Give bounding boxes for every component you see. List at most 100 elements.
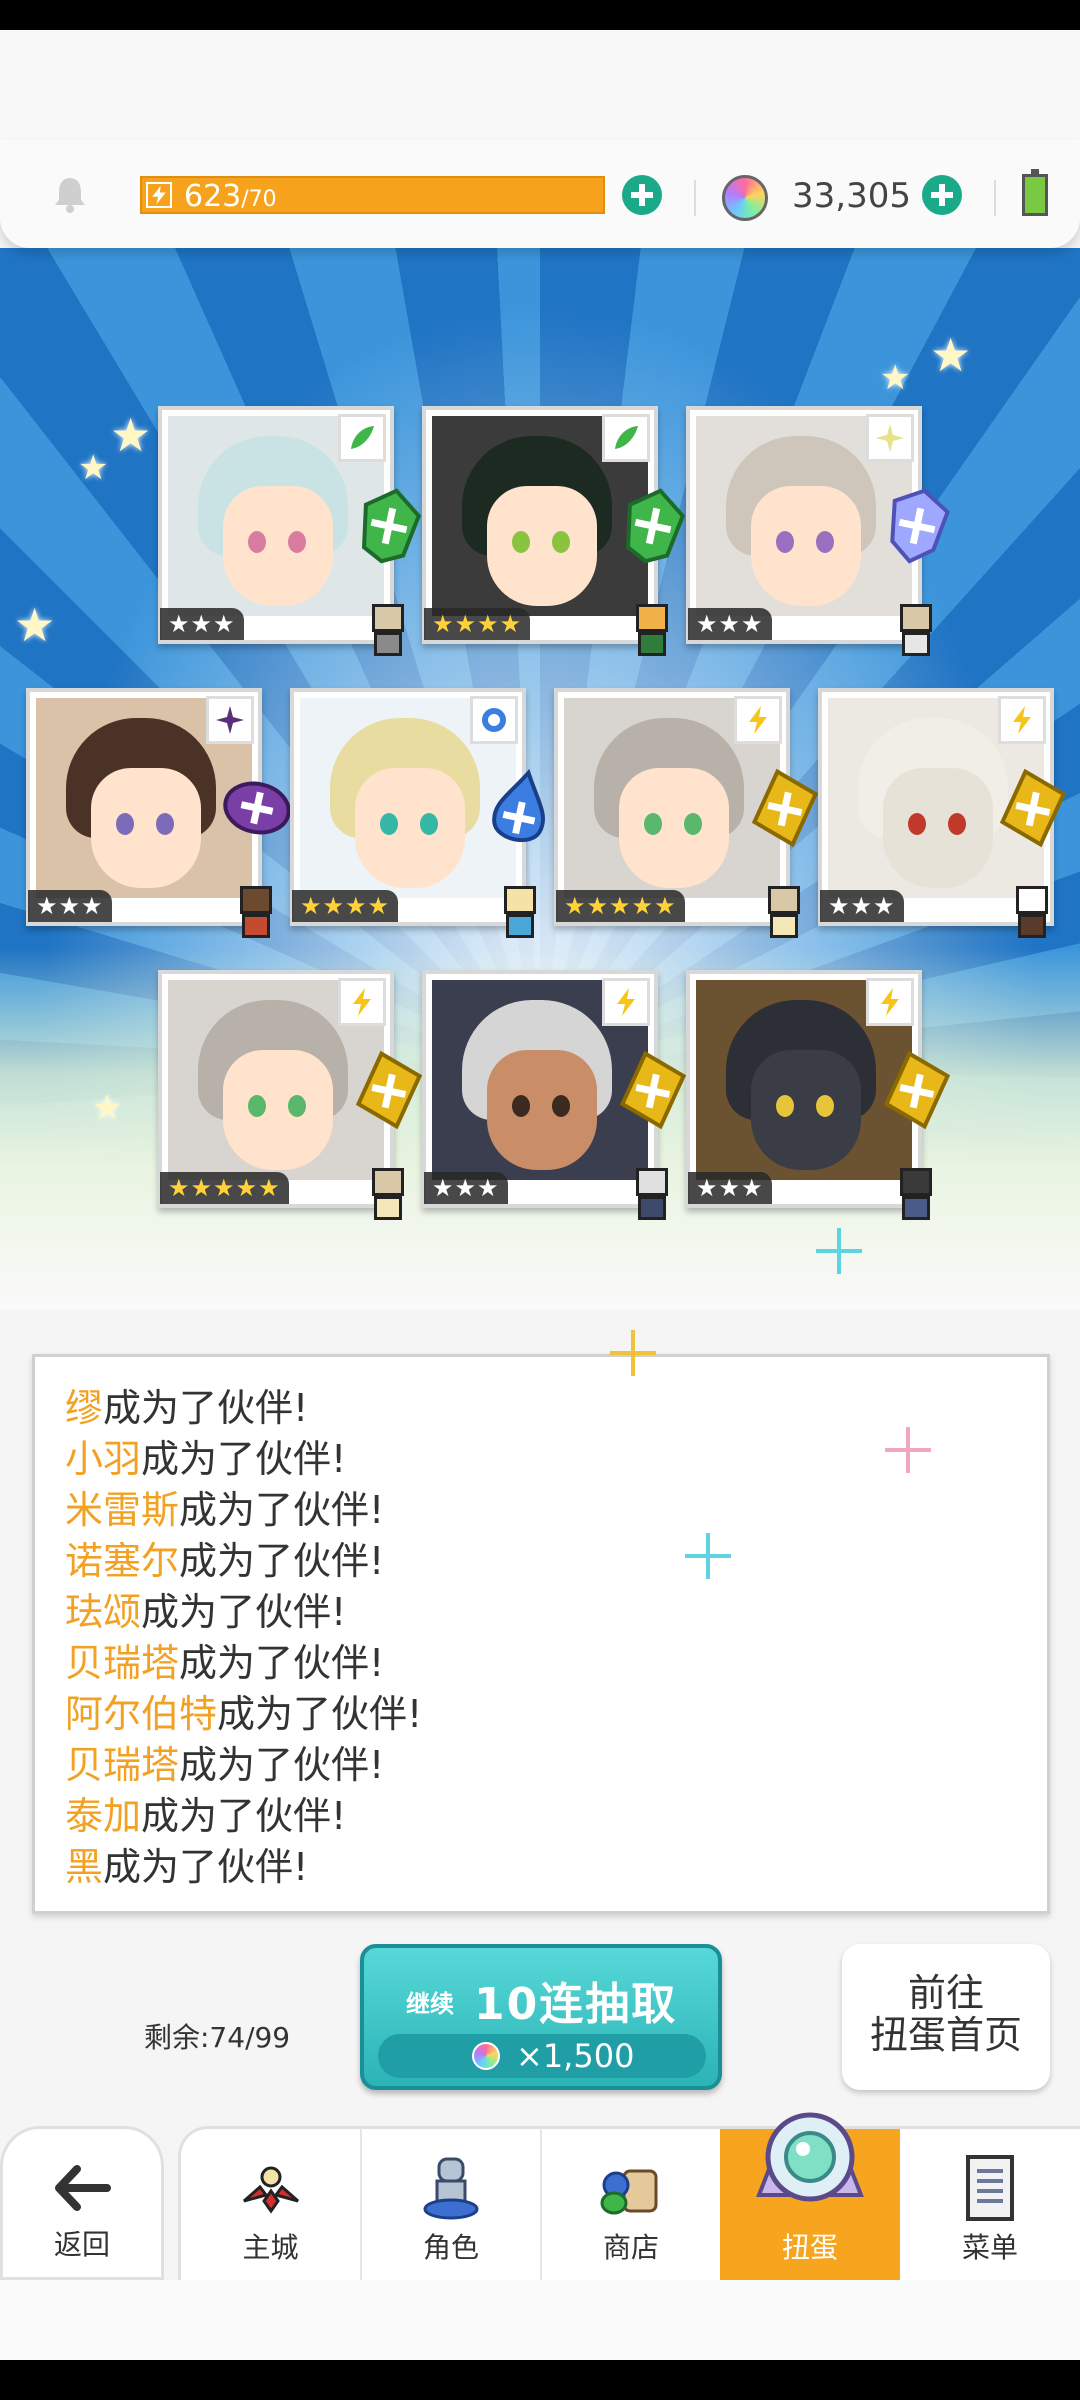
character-card[interactable]: ★★★: [158, 406, 422, 656]
character-card[interactable]: ★★★★★: [158, 970, 423, 1220]
rarity-stars: ★★★★★: [160, 1172, 289, 1204]
sparkle-icon: [816, 1228, 862, 1274]
lightning-icon: [146, 182, 172, 208]
character-sprite: [888, 604, 944, 666]
gem-icon: [472, 2042, 500, 2070]
star-icon: ★: [78, 448, 109, 488]
character-card[interactable]: ★★★★★: [554, 688, 819, 938]
bell-icon[interactable]: [50, 174, 90, 214]
log-line: 小羽成为了伙伴!: [65, 1437, 347, 1481]
star-icon: ★: [110, 408, 152, 462]
thunder-emblem-icon: [751, 768, 819, 848]
nav-city[interactable]: 主城: [178, 2126, 360, 2280]
star-icon: ★: [14, 598, 56, 652]
nav-back[interactable]: 返回: [0, 2126, 164, 2280]
rarity-stars: ★★★★: [424, 608, 531, 640]
back-arrow-icon: [55, 2165, 111, 2211]
continue-label: 继续: [406, 1990, 454, 2018]
thunder-element-icon: [734, 696, 782, 744]
character-sprite: [492, 886, 548, 948]
leaf-element-icon: [602, 414, 650, 462]
nav-gacha[interactable]: 扭蛋: [720, 2112, 900, 2280]
add-energy-button[interactable]: [622, 175, 662, 215]
light-element-icon: [866, 414, 914, 462]
sparkle-icon: [885, 1427, 931, 1473]
thunder-element-icon: [998, 696, 1046, 744]
thunder-element-icon: [338, 978, 386, 1026]
bottom-nav: 返回 主城 角色 商店 扭蛋 菜单: [0, 2112, 1080, 2280]
bottom-spacer: [0, 2280, 1080, 2360]
divider: [994, 180, 996, 216]
log-line: 诺塞尔成为了伙伴!: [65, 1539, 385, 1583]
star-icon: ★: [880, 358, 911, 398]
dark-element-icon: [206, 696, 254, 744]
rarity-stars: ★★★★★: [556, 890, 685, 922]
remaining-count: 剩余:74/99: [144, 2021, 291, 2054]
character-card[interactable]: ★★★★: [290, 688, 545, 938]
rarity-stars: ★★★★: [292, 890, 399, 922]
thunder-emblem-icon: [999, 768, 1067, 848]
character-card[interactable]: ★★★: [26, 688, 291, 938]
star-icon: ★: [92, 1088, 123, 1128]
gem-icon: [722, 175, 768, 221]
character-sprite: [624, 1168, 680, 1230]
nav-shop[interactable]: 商店: [540, 2126, 720, 2280]
system-status-bar: [0, 0, 1080, 30]
nav-menu[interactable]: 菜单: [900, 2126, 1080, 2280]
add-gems-button[interactable]: [922, 175, 962, 215]
acquired-partners-log[interactable]: 缪成为了伙伴! 小羽成为了伙伴! 米雷斯成为了伙伴! 诺塞尔成为了伙伴! 珐颂成…: [32, 1354, 1050, 1914]
water-emblem-icon: [492, 768, 545, 843]
leaf-element-icon: [338, 414, 386, 462]
divider: [694, 180, 696, 216]
leaf-emblem-icon: [625, 488, 686, 564]
character-card[interactable]: ★★★: [422, 970, 687, 1220]
character-sprite: [228, 886, 284, 948]
thunder-element-icon: [602, 978, 650, 1026]
character-sprite: [360, 604, 416, 666]
log-line: 黑成为了伙伴!: [65, 1845, 309, 1889]
log-line: 贝瑞塔成为了伙伴!: [65, 1641, 385, 1685]
dark-emblem-icon: [223, 781, 291, 835]
character-sprite: [888, 1168, 944, 1230]
top-spacer: [0, 30, 1080, 150]
gem-count: 33,305: [792, 176, 911, 216]
rarity-stars: ★★★: [28, 890, 112, 922]
character-icon: [423, 2157, 479, 2220]
menu-list-icon: [966, 2155, 1014, 2221]
log-line: 贝瑞塔成为了伙伴!: [65, 1743, 385, 1787]
character-card[interactable]: ★★★: [686, 406, 950, 656]
character-sprite: [360, 1168, 416, 1230]
pull-10-button[interactable]: 继续 10连抽取 ×1,500: [360, 1944, 722, 2090]
system-navigation-bar: [0, 2360, 1080, 2400]
pull-cost: ×1,500: [378, 2034, 706, 2078]
rarity-stars: ★★★: [688, 1172, 772, 1204]
sparkle-icon: [610, 1330, 656, 1376]
rarity-stars: ★★★: [424, 1172, 508, 1204]
resource-bar: 623/70 33,305: [0, 140, 1080, 248]
gacha-result-screen: 623/70 33,305 ★ ★ ★ ★ ★ ★ ★★★ ★★★★ ★★★ ★…: [0, 0, 1080, 2400]
water-element-icon: [470, 696, 518, 744]
log-line: 缪成为了伙伴!: [65, 1386, 309, 1430]
character-card[interactable]: ★★★: [686, 970, 951, 1220]
gacha-machine-icon: [756, 2112, 864, 2202]
character-card[interactable]: ★★★: [818, 688, 1067, 938]
sparkle-icon: [685, 1533, 731, 1579]
leaf-emblem-icon: [361, 488, 422, 564]
log-line: 米雷斯成为了伙伴!: [65, 1488, 385, 1532]
goto-gacha-home-button[interactable]: 前往 扭蛋首页: [842, 1944, 1050, 2090]
rarity-stars: ★★★: [688, 608, 772, 640]
log-line: 泰加成为了伙伴!: [65, 1794, 347, 1838]
castle-icon: [242, 2166, 299, 2214]
nav-character[interactable]: 角色: [360, 2126, 540, 2280]
thunder-element-icon: [866, 978, 914, 1026]
log-line: 阿尔伯特成为了伙伴!: [65, 1692, 423, 1736]
gacha-result-stage: ★ ★ ★ ★ ★ ★ ★★★ ★★★★ ★★★ ★★★ ★★★★ ★★★★★ …: [0, 248, 1080, 1310]
rarity-stars: ★★★: [160, 608, 244, 640]
energy-bar: 623/70: [140, 176, 605, 214]
light-emblem-icon: [890, 488, 950, 564]
character-sprite: [1004, 886, 1060, 948]
pull-label: 10连抽取: [474, 1979, 678, 2030]
character-card[interactable]: ★★★★: [422, 406, 686, 656]
log-line: 珐颂成为了伙伴!: [65, 1590, 347, 1634]
rarity-stars: ★★★: [820, 890, 904, 922]
